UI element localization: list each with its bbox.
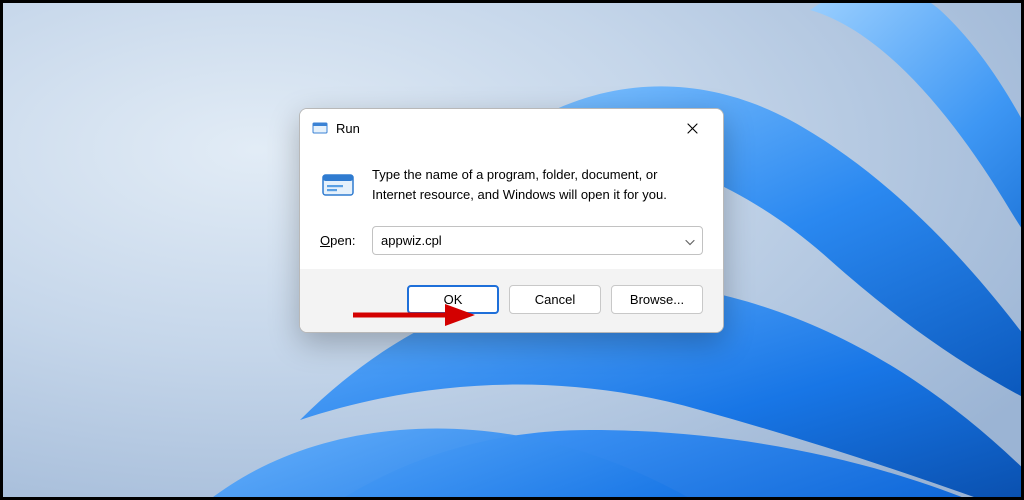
- dialog-title: Run: [336, 121, 671, 136]
- open-combobox[interactable]: [372, 226, 703, 255]
- browse-button[interactable]: Browse...: [611, 285, 703, 314]
- button-bar: OK Cancel Browse...: [300, 269, 723, 332]
- dialog-description: Type the name of a program, folder, docu…: [372, 165, 703, 204]
- dialog-content: Type the name of a program, folder, docu…: [300, 147, 723, 269]
- titlebar[interactable]: Run: [300, 109, 723, 147]
- run-icon: [320, 167, 356, 203]
- run-titlebar-icon: [312, 120, 328, 136]
- cancel-button[interactable]: Cancel: [509, 285, 601, 314]
- close-button[interactable]: [671, 114, 713, 142]
- open-label: Open:: [320, 233, 360, 248]
- run-dialog: Run Type the name of a program, folder, …: [299, 108, 724, 333]
- ok-button[interactable]: OK: [407, 285, 499, 314]
- open-input[interactable]: [372, 226, 703, 255]
- close-icon: [687, 123, 698, 134]
